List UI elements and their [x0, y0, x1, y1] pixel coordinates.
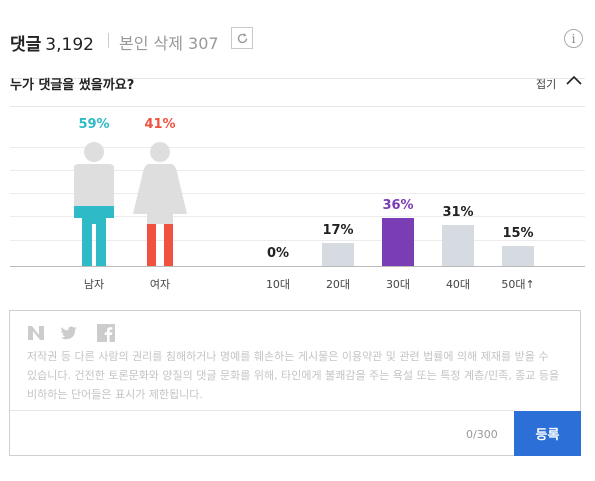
- comment-notice-text[interactable]: 저작권 등 다른 사람의 권리를 침해하거나 명예를 훼손하는 게시물은 이용약…: [27, 347, 562, 404]
- stats-divider: [10, 106, 585, 107]
- header-divider: [108, 33, 109, 48]
- female-percent-label: 41%: [144, 117, 176, 132]
- male-percent-label: 59%: [78, 117, 110, 132]
- chart-baseline: [10, 266, 585, 267]
- age-percent-label: 0%: [266, 246, 290, 261]
- male-fill: [74, 206, 114, 266]
- male-figure-icon: [74, 142, 114, 266]
- female-figure-icon: [133, 142, 187, 266]
- age-percent-label: 31%: [442, 205, 474, 220]
- collapse-button[interactable]: 접기: [536, 76, 556, 92]
- age-category-label: 10대: [265, 278, 291, 291]
- char-counter: 0/300: [466, 428, 498, 441]
- stats-question: 누가 댓글을 썼을까요?: [10, 78, 135, 93]
- input-divider: [10, 410, 515, 411]
- deleted-count-label: 본인 삭제 307: [119, 34, 219, 53]
- age-category-label: 30대: [385, 278, 411, 291]
- age-bar: [442, 225, 474, 266]
- submit-button[interactable]: 등록: [514, 411, 581, 456]
- chevron-up-icon[interactable]: [566, 74, 582, 86]
- age-bar: [502, 246, 534, 266]
- age-percent-label: 15%: [502, 226, 534, 241]
- twitter-icon[interactable]: [60, 324, 78, 342]
- comment-count: 3,192: [45, 35, 94, 55]
- age-percent-label: 17%: [322, 223, 354, 238]
- female-fill: [133, 224, 187, 266]
- facebook-icon[interactable]: [97, 324, 115, 342]
- refresh-icon: [237, 32, 247, 43]
- age-bar: [322, 243, 354, 266]
- age-category-label: 50대↑: [501, 278, 535, 291]
- age-category-label: 20대: [325, 278, 351, 291]
- info-icon[interactable]: i: [564, 29, 583, 48]
- age-bar: [382, 218, 414, 266]
- comment-header: 댓글 3,192 본인 삭제 307 i: [10, 0, 585, 79]
- comment-title: 댓글 3,192: [10, 30, 94, 55]
- age-category-label: 40대: [445, 278, 471, 291]
- age-percent-label: 36%: [382, 198, 414, 213]
- comment-label: 댓글: [10, 35, 42, 55]
- naver-icon[interactable]: [27, 324, 45, 342]
- female-category-label: 여자: [149, 278, 171, 291]
- refresh-button[interactable]: [231, 27, 253, 49]
- male-category-label: 남자: [83, 278, 105, 291]
